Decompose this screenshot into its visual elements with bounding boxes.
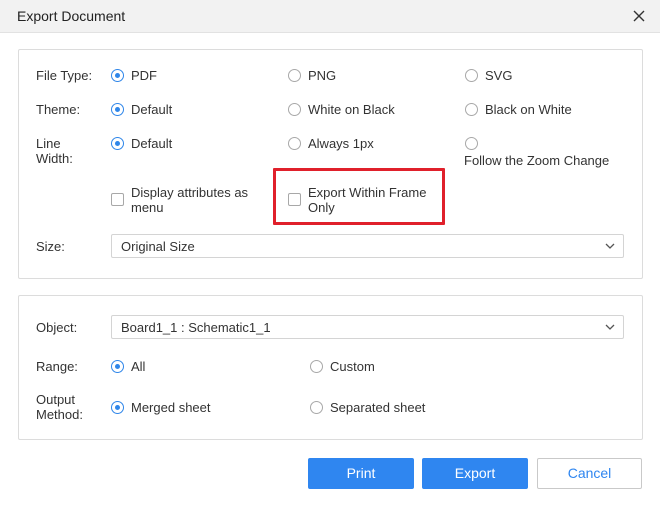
display-attributes-label-line1: Display attributes as xyxy=(131,185,249,200)
line-width-label-line1: Line xyxy=(36,136,61,151)
size-select[interactable]: Original Size xyxy=(111,234,624,258)
size-select-value: Original Size xyxy=(121,239,195,254)
theme-default-option[interactable]: Default xyxy=(111,102,201,118)
file-type-label: File Type: xyxy=(36,68,93,83)
display-attributes-checkbox[interactable] xyxy=(111,193,124,206)
range-custom-label: Custom xyxy=(330,359,375,374)
range-label: Range: xyxy=(36,359,78,374)
chevron-down-icon xyxy=(605,243,615,249)
dialog-titlebar: Export Document xyxy=(0,0,660,33)
theme-white-on-black-radio[interactable] xyxy=(288,103,301,116)
line-width-default-option[interactable]: Default xyxy=(111,136,201,152)
line-width-follow-zoom-label: Follow the Zoom Change xyxy=(464,153,610,168)
output-separated-label: Separated sheet xyxy=(330,400,426,415)
theme-black-on-white-radio[interactable] xyxy=(465,103,478,116)
display-attributes-option[interactable]: Display attributes as menu xyxy=(111,185,271,217)
highlight-box xyxy=(273,168,445,225)
output-separated-radio[interactable] xyxy=(310,401,323,414)
pdf-label: PDF xyxy=(131,68,157,83)
line-width-follow-zoom-radio[interactable] xyxy=(465,137,478,150)
range-all-radio[interactable] xyxy=(111,360,124,373)
output-merged-label: Merged sheet xyxy=(131,400,211,415)
theme-black-on-white-label: Black on White xyxy=(485,102,572,117)
close-button[interactable] xyxy=(629,6,649,26)
close-icon xyxy=(633,10,645,22)
file-type-png-option[interactable]: PNG xyxy=(288,68,368,84)
theme-default-radio[interactable] xyxy=(111,103,124,116)
display-attributes-label-line2: menu xyxy=(131,200,164,215)
range-all-option[interactable]: All xyxy=(111,359,171,375)
range-all-label: All xyxy=(131,359,146,374)
file-type-pdf-option[interactable]: PDF xyxy=(111,68,191,84)
export-button[interactable]: Export xyxy=(422,458,528,489)
chevron-down-icon xyxy=(605,324,615,330)
object-select[interactable]: Board1_1 : Schematic1_1 xyxy=(111,315,624,339)
theme-label: Theme: xyxy=(36,102,81,117)
output-merged-option[interactable]: Merged sheet xyxy=(111,400,221,416)
line-width-always-1px-radio[interactable] xyxy=(288,137,301,150)
range-custom-radio[interactable] xyxy=(310,360,323,373)
line-width-always-1px-option[interactable]: Always 1px xyxy=(288,136,388,152)
line-width-always-1px-label: Always 1px xyxy=(308,136,374,151)
theme-white-on-black-option[interactable]: White on Black xyxy=(288,102,418,118)
pdf-radio[interactable] xyxy=(111,69,124,82)
dialog-title: Export Document xyxy=(17,8,126,24)
png-radio[interactable] xyxy=(288,69,301,82)
file-type-svg-option[interactable]: SVG xyxy=(465,68,545,84)
cancel-button[interactable]: Cancel xyxy=(537,458,642,489)
theme-default-label: Default xyxy=(131,102,173,117)
png-label: PNG xyxy=(308,68,337,83)
output-method-label-line1: Output xyxy=(36,392,76,407)
size-label: Size: xyxy=(36,239,65,254)
range-custom-option[interactable]: Custom xyxy=(310,359,390,375)
line-width-default-label: Default xyxy=(131,136,173,151)
object-select-value: Board1_1 : Schematic1_1 xyxy=(121,320,271,335)
svg-label: SVG xyxy=(485,68,513,83)
print-button[interactable]: Print xyxy=(308,458,414,489)
line-width-default-radio[interactable] xyxy=(111,137,124,150)
line-width-label-line2: Width: xyxy=(36,151,73,166)
theme-black-on-white-option[interactable]: Black on White xyxy=(465,102,595,118)
output-merged-radio[interactable] xyxy=(111,401,124,414)
output-method-label-line2: Method: xyxy=(36,407,83,422)
object-label: Object: xyxy=(36,320,78,335)
output-separated-option[interactable]: Separated sheet xyxy=(310,400,440,416)
theme-white-on-black-label: White on Black xyxy=(308,102,395,117)
svg-radio[interactable] xyxy=(465,69,478,82)
line-width-follow-zoom-option[interactable]: Follow the Zoom Change xyxy=(464,137,624,169)
